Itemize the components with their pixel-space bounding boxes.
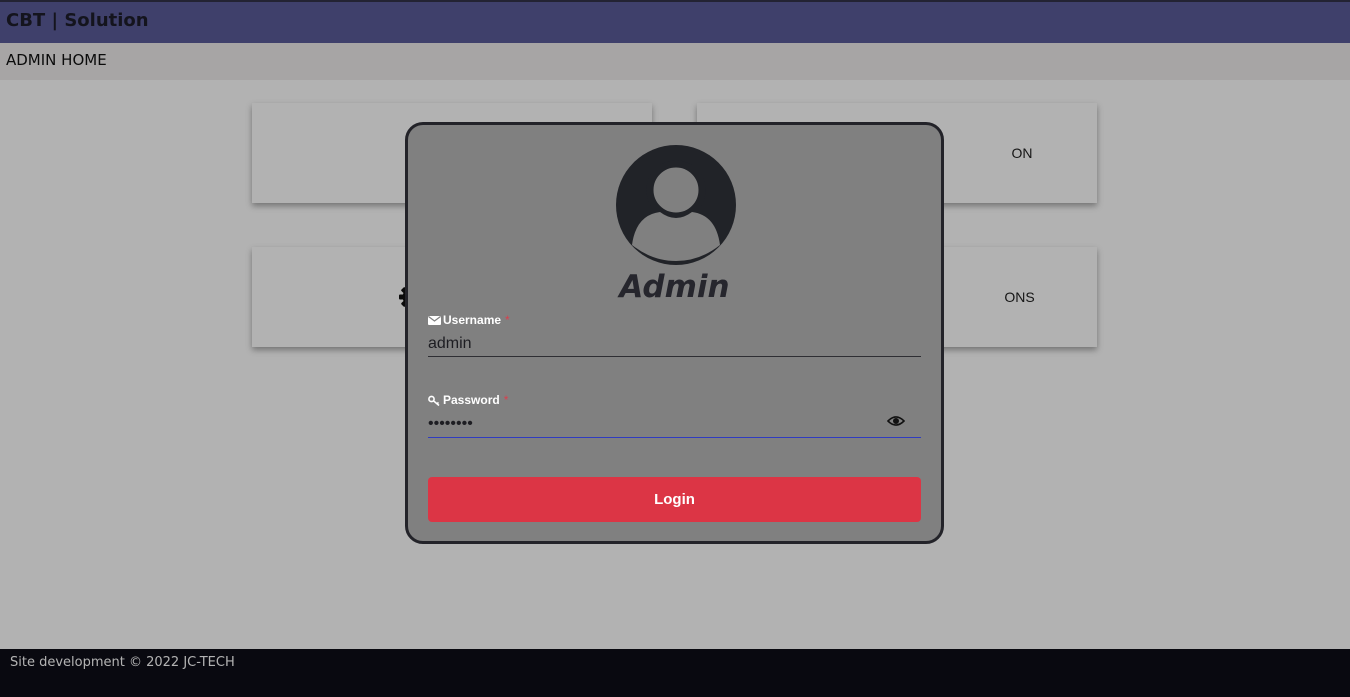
username-field[interactable] xyxy=(428,331,921,357)
key-icon xyxy=(428,395,440,406)
envelope-icon xyxy=(428,315,441,325)
login-modal: Admin Username * Password * Login xyxy=(405,122,944,544)
password-label: Password * xyxy=(428,393,508,407)
username-label: Username * xyxy=(428,313,510,327)
password-required-mark: * xyxy=(503,393,509,407)
eye-icon[interactable] xyxy=(887,414,905,428)
modal-title: Admin xyxy=(619,269,730,305)
user-circle-icon xyxy=(616,145,736,265)
username-required-mark: * xyxy=(505,313,510,327)
login-button[interactable]: Login xyxy=(428,477,921,522)
password-label-text: Password xyxy=(443,393,500,407)
password-field[interactable] xyxy=(428,411,921,438)
username-label-text: Username xyxy=(443,313,502,327)
